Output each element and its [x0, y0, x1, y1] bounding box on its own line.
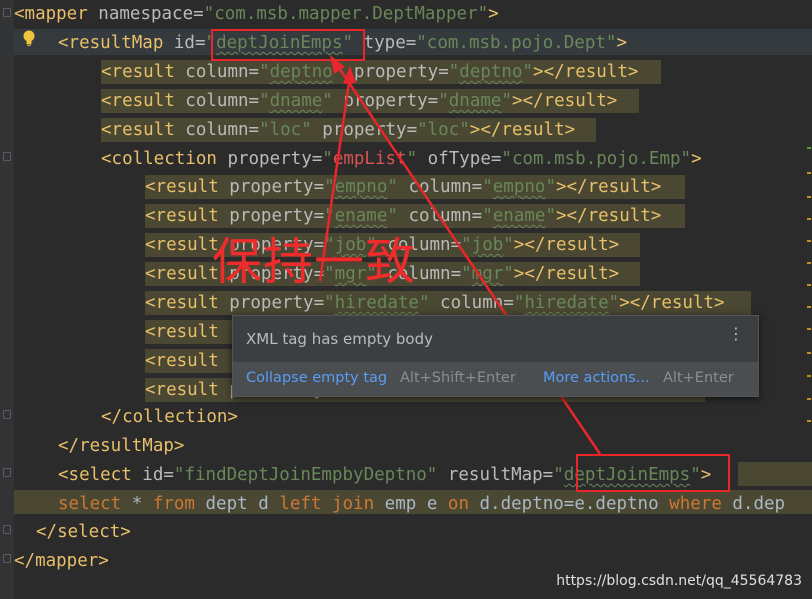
popup-message: XML tag has empty body — [246, 330, 433, 348]
watermark: https://blog.csdn.net/qq_45564783 — [556, 573, 802, 589]
annotation-arrows — [318, 55, 602, 455]
annotation-text: 保持一致 — [212, 233, 416, 291]
popup-action-bar: Collapse empty tag Alt+Shift+Enter More … — [233, 362, 758, 396]
more-actions-link[interactable]: More actions... — [543, 370, 650, 386]
collapse-empty-tag-shortcut: Alt+Shift+Enter — [400, 370, 516, 386]
more-actions-shortcut: Alt+Enter — [663, 370, 734, 386]
code-editor[interactable]: <mapper namespace="com.msb.mapper.DeptMa… — [0, 0, 812, 599]
inspection-popup[interactable]: XML tag has empty body ⋮ Collapse empty … — [232, 315, 759, 397]
more-vertical-icon[interactable]: ⋮ — [728, 326, 744, 342]
collapse-empty-tag-link[interactable]: Collapse empty tag — [246, 370, 387, 386]
